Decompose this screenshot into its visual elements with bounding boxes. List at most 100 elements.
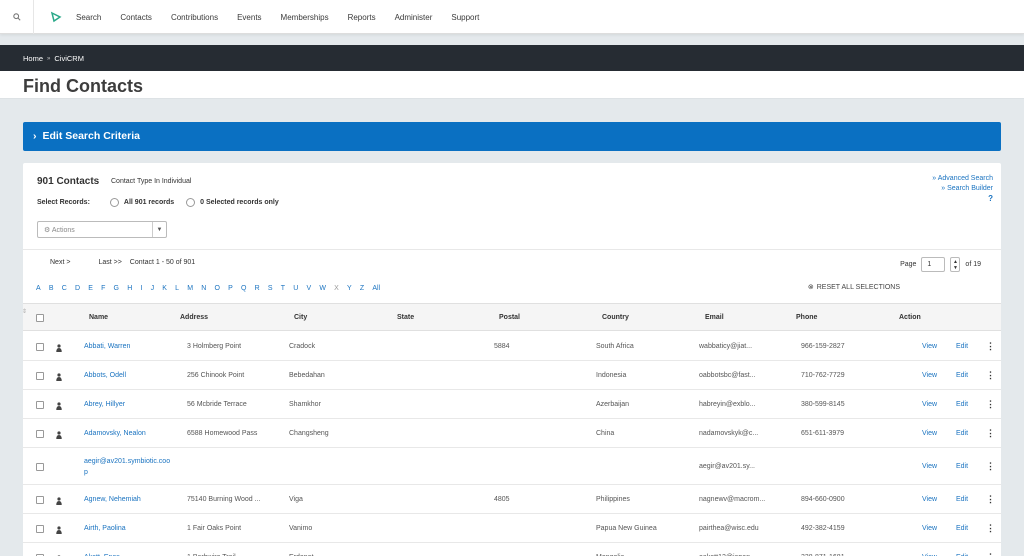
alpha-filter-f[interactable]: F (101, 285, 105, 292)
more-actions-icon[interactable]: ⋮ (986, 370, 995, 381)
breadcrumb-civicrm[interactable]: CiviCRM (54, 54, 84, 63)
contact-name-link[interactable]: Adamovsky, Nealon (84, 430, 146, 437)
view-link[interactable]: View (922, 343, 937, 350)
row-checkbox[interactable] (36, 372, 44, 380)
advanced-search-link[interactable]: » Advanced Search (932, 174, 993, 184)
alpha-filter-u[interactable]: U (293, 285, 298, 292)
row-checkbox[interactable] (36, 401, 44, 409)
column-header-state[interactable]: State (397, 314, 414, 321)
edit-link[interactable]: Edit (956, 372, 968, 379)
contact-name-link[interactable]: Abbots, Odell (84, 372, 126, 379)
row-checkbox[interactable] (36, 463, 44, 471)
alpha-filter-m[interactable]: M (187, 285, 193, 292)
view-link[interactable]: View (922, 463, 937, 470)
edit-link[interactable]: Edit (956, 496, 968, 503)
selected-records-option[interactable]: 0 Selected records only (186, 198, 279, 207)
last-page-link[interactable]: Last >> (98, 259, 121, 266)
column-header-phone[interactable]: Phone (796, 314, 817, 321)
alpha-filter-h[interactable]: H (127, 285, 132, 292)
contact-name-link[interactable]: aegir@av201.symbiotic.coo (84, 458, 170, 465)
all-records-radio[interactable] (109, 198, 119, 207)
page-number-input[interactable]: 1 (921, 257, 946, 272)
column-header-city[interactable]: City (294, 314, 307, 321)
row-checkbox[interactable] (36, 525, 44, 533)
more-actions-icon[interactable]: ⋮ (986, 552, 995, 556)
menu-item-administer[interactable]: Administer (395, 13, 433, 22)
alpha-filter-w[interactable]: W (319, 285, 326, 292)
column-header-postal[interactable]: Postal (499, 314, 520, 321)
next-page-link[interactable]: Next > (50, 259, 70, 266)
alpha-filter-s[interactable]: S (268, 285, 273, 292)
more-actions-icon[interactable]: ⋮ (986, 461, 995, 472)
alpha-filter-o[interactable]: O (215, 285, 220, 292)
actions-select[interactable]: ⚙ Actions ▼ (37, 221, 167, 238)
view-link[interactable]: View (922, 401, 937, 408)
chevron-down-icon[interactable]: ▼ (152, 222, 166, 237)
menu-item-memberships[interactable]: Memberships (281, 13, 329, 22)
alpha-filter-d[interactable]: D (75, 285, 80, 292)
alpha-filter-k[interactable]: K (162, 285, 167, 292)
sort-icon[interactable]: ⇕ (22, 308, 27, 315)
column-header-address[interactable]: Address (180, 314, 208, 321)
contact-name-link[interactable]: Airth, Paolina (84, 525, 126, 532)
all-records-option[interactable]: All 901 records (109, 198, 174, 207)
more-actions-icon[interactable]: ⋮ (986, 523, 995, 534)
alpha-filter-all[interactable]: All (372, 285, 380, 292)
breadcrumb-home[interactable]: Home (23, 54, 43, 63)
alpha-filter-n[interactable]: N (201, 285, 206, 292)
menu-item-contributions[interactable]: Contributions (171, 13, 218, 22)
quick-search-button[interactable] (0, 0, 34, 34)
alpha-filter-y[interactable]: Y (347, 285, 352, 292)
edit-search-criteria-toggle[interactable]: › Edit Search Criteria (23, 122, 1001, 151)
alpha-filter-z[interactable]: Z (360, 285, 364, 292)
contact-name-link-continued[interactable]: p (84, 469, 88, 476)
alpha-filter-q[interactable]: Q (241, 285, 246, 292)
menu-item-contacts[interactable]: Contacts (120, 13, 152, 22)
alpha-filter-a[interactable]: A (36, 285, 41, 292)
edit-link[interactable]: Edit (956, 525, 968, 532)
select-all-checkbox[interactable] (36, 314, 44, 322)
alpha-filter-l[interactable]: L (175, 285, 179, 292)
page-stepper[interactable]: ▲ ▼ (950, 257, 961, 272)
edit-link[interactable]: Edit (956, 401, 968, 408)
alpha-filter-j[interactable]: J (151, 285, 155, 292)
view-link[interactable]: View (922, 430, 937, 437)
more-actions-icon[interactable]: ⋮ (986, 341, 995, 352)
menu-item-events[interactable]: Events (237, 13, 261, 22)
row-checkbox[interactable] (36, 496, 44, 504)
menu-item-reports[interactable]: Reports (348, 13, 376, 22)
alpha-filter-v[interactable]: V (306, 285, 311, 292)
alpha-filter-g[interactable]: G (114, 285, 119, 292)
alpha-filter-c[interactable]: C (62, 285, 67, 292)
column-header-country[interactable]: Country (602, 314, 629, 321)
column-header-email[interactable]: Email (705, 314, 724, 321)
more-actions-icon[interactable]: ⋮ (986, 428, 995, 439)
edit-link[interactable]: Edit (956, 343, 968, 350)
alpha-filter-i[interactable]: I (140, 285, 142, 292)
reset-selections-button[interactable]: ⊗ RESET ALL SELECTIONS (808, 283, 900, 292)
alpha-filter-t[interactable]: T (281, 285, 285, 292)
help-icon[interactable]: ? (988, 194, 993, 203)
selected-records-radio[interactable] (186, 198, 196, 207)
more-actions-icon[interactable]: ⋮ (986, 494, 995, 505)
alpha-filter-e[interactable]: E (88, 285, 93, 292)
contact-name-link[interactable]: Agnew, Nehemiah (84, 496, 141, 503)
civicrm-logo-icon[interactable] (50, 11, 62, 23)
alpha-filter-r[interactable]: R (255, 285, 260, 292)
search-builder-link[interactable]: » Search Builder (932, 184, 993, 194)
alpha-filter-p[interactable]: P (228, 285, 233, 292)
alpha-filter-b[interactable]: B (49, 285, 54, 292)
row-checkbox[interactable] (36, 430, 44, 438)
edit-link[interactable]: Edit (956, 463, 968, 470)
view-link[interactable]: View (922, 525, 937, 532)
view-link[interactable]: View (922, 372, 937, 379)
chevron-down-icon[interactable]: ▼ (953, 265, 958, 271)
more-actions-icon[interactable]: ⋮ (986, 399, 995, 410)
contact-name-link[interactable]: Abrey, Hillyer (84, 401, 125, 408)
menu-item-support[interactable]: Support (451, 13, 479, 22)
column-header-name[interactable]: Name (89, 314, 108, 321)
edit-link[interactable]: Edit (956, 430, 968, 437)
row-checkbox[interactable] (36, 343, 44, 351)
contact-name-link[interactable]: Abbati, Warren (84, 343, 130, 350)
menu-item-search[interactable]: Search (76, 13, 101, 22)
